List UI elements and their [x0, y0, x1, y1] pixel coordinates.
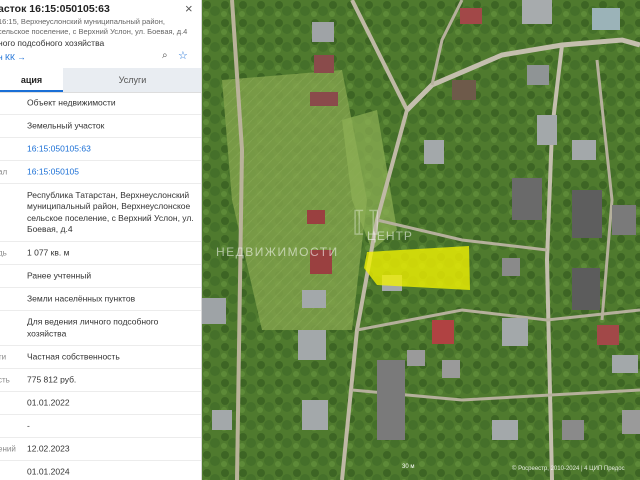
map-view[interactable]: ⟦⟧ ЦЕНТР НЕДВИЖИМОСТИ 30 м © Росреестр, …	[202, 0, 640, 480]
tab-services[interactable]: Услуги	[63, 68, 201, 92]
highlighted-parcel[interactable]	[364, 246, 470, 290]
attribute-value: 01.01.2022	[27, 397, 70, 408]
satellite-map[interactable]	[202, 0, 640, 480]
attribute-row: Земельный участок	[0, 115, 201, 138]
attribute-label: сть	[0, 375, 10, 385]
attribute-row: -	[0, 415, 201, 438]
panel-header: асток 16:15:050105:63 × 16:15, Верхнеусл…	[0, 0, 201, 66]
panel-tabs: ация Услуги	[0, 68, 201, 93]
watermark-line1: ЦЕНТР	[367, 229, 413, 243]
parcel-address: 16:15, Верхнеуслонский муниципальный рай…	[0, 17, 188, 36]
attribute-row: сть 775 812 руб.	[0, 369, 201, 392]
attribute-row: Для ведения личного подсобного хозяйства	[0, 311, 201, 346]
attribute-value: 775 812 руб.	[27, 374, 77, 385]
attribute-value: Земельный участок	[27, 120, 105, 131]
attribute-value-link[interactable]: 16:15:050105	[27, 166, 199, 178]
attribute-value: 1 077 кв. м	[27, 247, 70, 258]
star-icon[interactable]: ☆	[178, 49, 188, 62]
attribute-row: Земли населённых пунктов	[0, 288, 201, 311]
zoom-to-object-icon[interactable]: ⌕	[162, 50, 168, 61]
attribute-row: Ранее учтенный	[0, 265, 201, 288]
attribute-row: Республика Татарстан, Верхнеуслонский му…	[0, 184, 201, 242]
attribute-row: ал 16:15:050105	[0, 161, 201, 184]
attribute-value: 01.01.2024	[27, 466, 70, 477]
watermark-line2: НЕДВИЖИМОСТИ	[216, 245, 339, 259]
attribute-row: Объект недвижимости	[0, 92, 201, 115]
parcel-title: асток 16:15:050105:63	[0, 3, 110, 15]
attribute-value-link[interactable]: 16:15:050105:63	[27, 143, 199, 155]
tab-information[interactable]: ация	[0, 68, 63, 92]
map-scale: 30 м	[402, 464, 415, 470]
attribute-row: ений 12.02.2023	[0, 438, 201, 461]
kk-link[interactable]: н КК →	[0, 52, 26, 62]
attribute-value: -	[27, 420, 30, 431]
attribute-value: Частная собственность	[27, 351, 120, 362]
attribute-value: Ранее учтенный	[27, 270, 92, 281]
attribute-label: дь	[0, 248, 7, 258]
attribute-label: ений	[0, 444, 16, 454]
attribute-value: Земли населённых пунктов	[27, 293, 136, 304]
attribute-value: Для ведения личного подсобного хозяйства	[27, 316, 159, 339]
attribute-row: 16:15:050105:63	[0, 138, 201, 161]
attribute-label: ал	[0, 167, 8, 177]
attribute-row: дь 1 077 кв. м	[0, 242, 201, 265]
attribute-row: 01.01.2024	[0, 461, 201, 480]
parcel-description: ного подсобного хозяйства	[0, 38, 105, 48]
info-panel: асток 16:15:050105:63 × 16:15, Верхнеусл…	[0, 0, 202, 480]
attribute-label: ти	[0, 352, 7, 362]
close-icon[interactable]: ×	[185, 1, 193, 16]
attribute-value: 12.02.2023	[27, 443, 70, 454]
attribute-value: Объект недвижимости	[27, 97, 116, 108]
attribute-row: 01.01.2022	[0, 392, 201, 415]
attribute-value: Республика Татарстан, Верхнеуслонский му…	[27, 189, 194, 235]
attribute-row: ти Частная собственность	[0, 346, 201, 369]
map-copyright: © Росреестр, 2010-2024 | 4 ЦИП Предос	[512, 466, 625, 472]
